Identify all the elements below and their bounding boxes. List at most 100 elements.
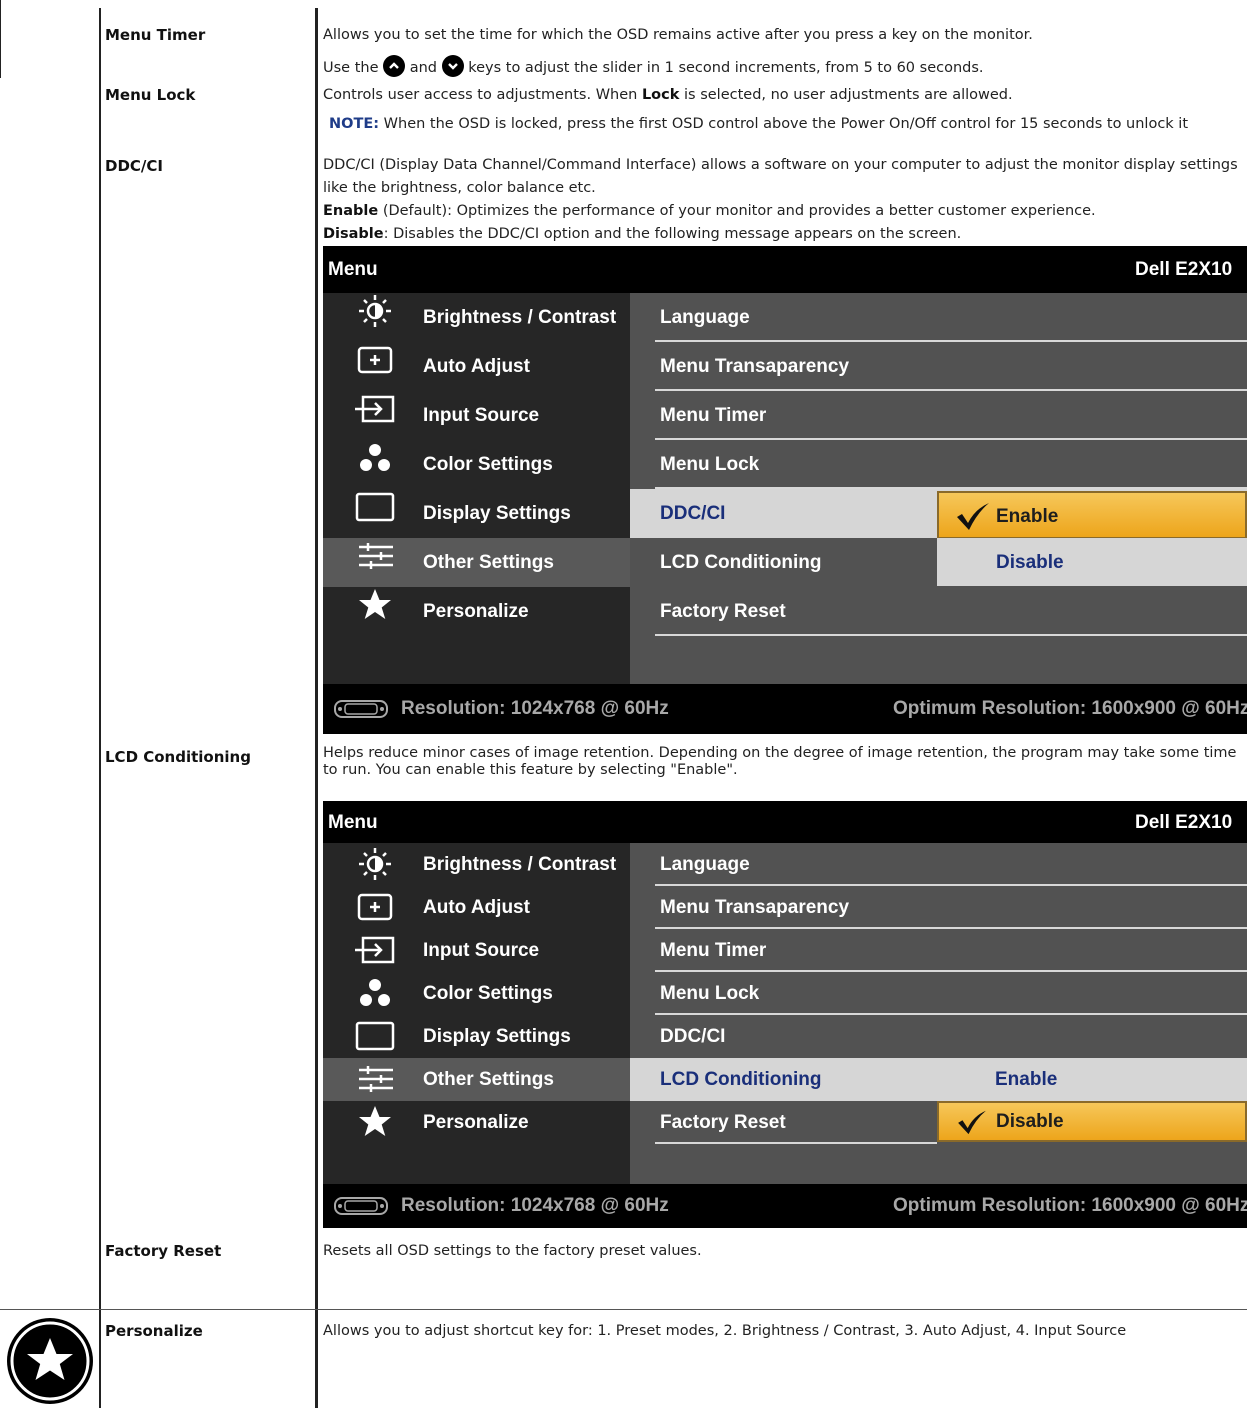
column-divider-1 — [99, 8, 101, 1408]
lcd-conditioning-desc: Helps reduce minor cases of image retent… — [323, 745, 1237, 778]
osd-option-enable-selected: Enable — [937, 491, 1247, 539]
osd-separator — [655, 1142, 937, 1144]
osd-right-label: DDC/CI — [660, 503, 726, 524]
menu-lock-label: Menu Lock — [105, 86, 196, 104]
osd-left-item-personalize: Personalize — [323, 587, 630, 636]
osd-right-label: Menu Timer — [660, 940, 767, 961]
note-text: When the OSD is locked, press the first … — [383, 116, 1189, 132]
osd-left-label: Brightness / Contrast — [423, 307, 617, 328]
menu-timer-desc-2-post: keys to adjust the slider in 1 second in… — [468, 60, 984, 76]
osd-right-label: LCD Conditioning — [660, 552, 822, 573]
osd-right-item-lcd-conditioning: LCD Conditioning Enable — [630, 1058, 1247, 1101]
osd-right-item-ddc-ci: DDC/CI — [630, 1015, 1247, 1058]
osd-option-disable-selected: Disable — [937, 1101, 1247, 1142]
menu-lock-note: NOTE: When the OSD is locked, press the … — [329, 116, 1188, 132]
osd-left-label: Other Settings — [423, 1069, 554, 1090]
lcd-conditioning-label: LCD Conditioning — [105, 748, 251, 766]
osd-option-label: Disable — [996, 1111, 1064, 1132]
osd-left-label: Display Settings — [423, 1026, 571, 1047]
osd-left-label: Auto Adjust — [423, 356, 530, 377]
osd-right-label: Language — [660, 854, 750, 875]
ddc-ci-label: DDC/CI — [105, 157, 163, 175]
osd-model: Dell E2X10 — [1135, 812, 1233, 833]
osd-menu-title: Menu — [328, 812, 378, 833]
osd-right-label: DDC/CI — [660, 1026, 726, 1047]
color-settings-icon — [360, 979, 390, 1006]
up-key-icon — [383, 55, 406, 77]
note-label: NOTE: — [329, 116, 380, 132]
brightness-icon — [359, 295, 391, 327]
display-settings-icon — [355, 1021, 395, 1051]
menu-timer-desc-2-pre: Use the — [323, 60, 379, 76]
auto-adjust-icon — [357, 346, 393, 374]
osd-left-item-input-source: Input Source — [323, 929, 630, 972]
other-settings-icon — [359, 543, 393, 569]
osd-left-label: Auto Adjust — [423, 897, 530, 918]
color-settings-icon — [360, 444, 390, 471]
osd-resolution: Resolution: 1024x768 @ 60Hz — [401, 698, 669, 719]
factory-reset-desc: Resets all OSD settings to the factory p… — [323, 1243, 702, 1259]
osd-footer: Resolution: 1024x768 @ 60Hz Optimum Reso… — [323, 684, 1247, 734]
osd-right-item-menu-timer: Menu Timer — [630, 391, 1247, 440]
osd-left-label: Other Settings — [423, 552, 554, 573]
osd-screenshot-lcd: Menu Dell E2X10 Brightness / Contrast Au… — [323, 801, 1247, 1228]
down-key-icon — [441, 55, 464, 77]
personalize-star-badge-icon — [7, 1318, 93, 1404]
osd-left-item-personalize: Personalize — [323, 1101, 630, 1144]
osd-left-item-brightness: Brightness / Contrast — [323, 843, 630, 886]
column-divider-0 — [0, 0, 1, 78]
osd-left-item-display-settings: Display Settings — [323, 1015, 630, 1058]
osd-option-enable: Enable — [995, 1069, 1058, 1090]
osd-right-item-language: Language — [630, 843, 1247, 886]
input-source-icon — [355, 395, 395, 423]
osd-right-label: Menu Lock — [660, 983, 760, 1004]
personalize-desc: Allows you to adjust shortcut key for: 1… — [323, 1323, 1127, 1339]
osd-left-item-color-settings: Color Settings — [323, 972, 630, 1015]
menu-lock-desc-post: is selected, no user adjustments are all… — [684, 87, 1013, 103]
osd-header: Menu Dell E2X10 — [323, 246, 1247, 293]
brightness-icon — [359, 848, 391, 880]
osd-optimum-resolution: Optimum Resolution: 1600x900 @ 60Hz — [893, 1195, 1247, 1216]
osd-right-item-menu-timer: Menu Timer — [630, 929, 1247, 972]
osd-left-item-auto-adjust: Auto Adjust — [323, 342, 630, 391]
osd-right-label: Factory Reset — [660, 601, 786, 622]
personalize-label: Personalize — [105, 1322, 203, 1340]
osd-left-item-input-source: Input Source — [323, 391, 630, 440]
osd-option-label: Enable — [996, 506, 1059, 527]
ddc-ci-enable-desc: Enable (Default): Optimizes the performa… — [323, 203, 1096, 219]
osd-separator — [655, 634, 1247, 636]
menu-timer-label: Menu Timer — [105, 26, 206, 44]
menu-timer-desc-2-mid: and — [409, 60, 437, 76]
osd-left-label: Display Settings — [423, 503, 571, 524]
osd-right-item-transparency: Menu Transaparency — [630, 886, 1247, 929]
osd-right-label: Language — [660, 307, 750, 328]
osd-right-label: Factory Reset — [660, 1112, 786, 1133]
menu-timer-desc-2: Use the and keys to adjust the slider in… — [323, 55, 984, 77]
osd-right-item-menu-lock: Menu Lock — [630, 440, 1247, 489]
osd-right-label: Menu Timer — [660, 405, 767, 426]
osd-left-item-brightness: Brightness / Contrast — [323, 293, 630, 342]
menu-lock-desc-pre: Controls user access to adjustments. Whe… — [323, 87, 638, 103]
osd-right-label: Menu Transaparency — [660, 356, 850, 377]
star-icon — [359, 589, 391, 619]
ddc-ci-disable-text: : Disables the DDC/CI option and the fol… — [383, 226, 962, 242]
osd-left-label: Brightness / Contrast — [423, 854, 617, 875]
factory-reset-label: Factory Reset — [105, 1242, 222, 1260]
checkmark-icon — [958, 1110, 986, 1135]
osd-right-item-factory-reset: Factory Reset — [630, 587, 1247, 636]
osd-left-label: Personalize — [423, 1112, 529, 1133]
ddc-ci-intro: DDC/CI (Display Data Channel/Command Int… — [323, 157, 1238, 196]
vga-connector-icon — [334, 700, 388, 718]
osd-model: Dell E2X10 — [1135, 259, 1233, 280]
osd-right-item-language: Language — [630, 293, 1247, 342]
osd-left-item-other-settings: Other Settings — [323, 1058, 630, 1101]
ddc-ci-disable-desc: Disable: Disables the DDC/CI option and … — [323, 226, 961, 242]
row-divider-personalize — [0, 1309, 1247, 1310]
osd-right-item-transparency: Menu Transaparency — [630, 342, 1247, 391]
osd-right-item-menu-lock: Menu Lock — [630, 972, 1247, 1015]
osd-left-item-auto-adjust: Auto Adjust — [323, 886, 630, 929]
osd-right-label: Menu Transaparency — [660, 897, 850, 918]
menu-timer-desc-1: Allows you to set the time for which the… — [323, 27, 1033, 43]
osd-left-label: Personalize — [423, 601, 529, 622]
osd-left-label: Input Source — [423, 940, 540, 961]
